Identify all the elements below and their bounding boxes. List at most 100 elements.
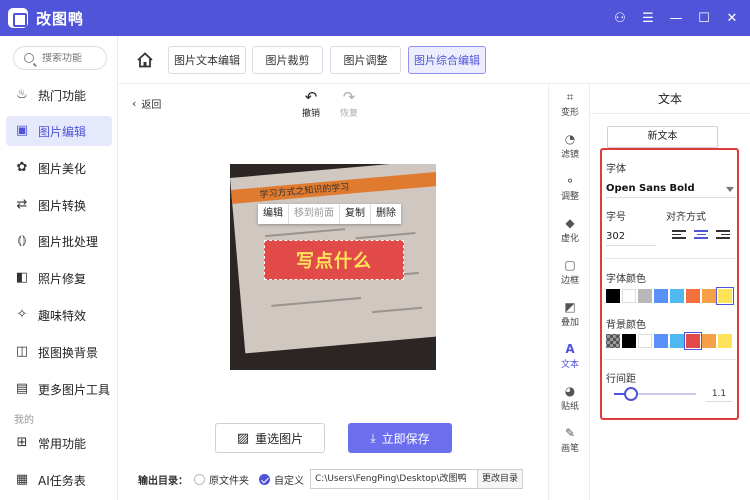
text-box[interactable]: 写点什么 <box>264 240 404 280</box>
redo-button[interactable]: ↷ 恢复 <box>340 88 358 119</box>
reselect-image-button[interactable]: ▨ 重选图片 <box>215 423 325 453</box>
tab-adjust[interactable]: 图片调整 <box>330 46 401 74</box>
bg-color-swatch[interactable] <box>654 334 668 348</box>
pin-icon[interactable]: ⚇ <box>606 4 634 32</box>
close-button[interactable]: ✕ <box>718 4 746 32</box>
sidebar-item-label: 图片批处理 <box>38 234 99 249</box>
window-controls: ⚇ ☰ — ☐ ✕ <box>606 0 746 36</box>
sidebar-item-repair[interactable]: ◧ 照片修复 <box>6 263 112 293</box>
bg-color-swatch[interactable] <box>684 332 702 350</box>
new-text-button[interactable]: 新文本 <box>607 126 718 148</box>
font-color-swatch[interactable] <box>654 289 668 303</box>
repair-icon: ◧ <box>15 270 29 285</box>
font-color-swatch[interactable] <box>686 289 700 303</box>
tool-label: 变形 <box>560 108 579 118</box>
search-input[interactable] <box>42 52 104 64</box>
image-icon: ▨ <box>236 430 250 446</box>
divider <box>604 359 736 360</box>
tab-crop[interactable]: 图片裁剪 <box>252 46 323 74</box>
brush-icon: ✎ <box>564 426 576 440</box>
slider-handle[interactable] <box>624 387 638 401</box>
bg-color-swatch[interactable] <box>622 334 636 348</box>
font-color-swatch[interactable] <box>606 289 620 303</box>
align-left-icon[interactable] <box>672 230 686 242</box>
align-right-icon[interactable] <box>716 230 730 242</box>
sidebar-item-common[interactable]: ⊞ 常用功能 <box>6 428 112 458</box>
tool-adjust[interactable]: ⚬ 调整 <box>549 168 591 208</box>
bg-color-swatch[interactable] <box>702 334 716 348</box>
menu-item-edit[interactable]: 编辑 <box>258 204 289 224</box>
batch-icon: ⦅⦆ <box>17 233 27 248</box>
context-menu: 编辑 移到前面 复制 删除 <box>258 204 401 224</box>
tool-text[interactable]: A 文本 <box>549 336 591 376</box>
font-select[interactable]: Open Sans Bold <box>606 180 736 198</box>
tool-label: 边框 <box>560 276 579 286</box>
maximize-button[interactable]: ☐ <box>690 4 718 32</box>
filter-icon: ◔ <box>564 132 576 146</box>
tab-text-edit[interactable]: 图片文本编辑 <box>168 46 246 74</box>
download-icon: ⤓ <box>370 430 376 445</box>
change-directory-button[interactable]: 更改目录 <box>478 469 524 489</box>
font-size-input[interactable]: 302 <box>606 228 656 246</box>
output-path-field[interactable]: C:\Users\FengPing\Desktop\改图鸭 <box>310 469 478 489</box>
option-original-label: 原文件夹 <box>209 475 249 487</box>
back-button[interactable]: ‹ 返回 <box>132 96 161 111</box>
undo-label: 撤销 <box>302 109 321 119</box>
font-color-swatch[interactable] <box>622 289 636 303</box>
menu-item-delete[interactable]: 删除 <box>371 204 401 224</box>
sidebar-item-label: 图片美化 <box>38 161 87 176</box>
sidebar-item-label: 照片修复 <box>38 271 87 286</box>
align-center-icon[interactable] <box>694 230 708 242</box>
sidebar-item-ai-tasks[interactable]: ▦ AI任务表 <box>6 465 112 495</box>
sidebar-item-effects[interactable]: ✧ 趣味特效 <box>6 300 112 330</box>
bg-color-swatch[interactable] <box>638 334 652 348</box>
font-color-swatch[interactable] <box>638 289 652 303</box>
tool-overlay[interactable]: ◩ 叠加 <box>549 294 591 334</box>
tool-label: 画笔 <box>560 444 579 454</box>
menu-item-copy[interactable]: 复制 <box>340 204 371 224</box>
radio-original[interactable] <box>194 473 205 485</box>
search-box[interactable] <box>13 46 107 70</box>
radio-custom[interactable] <box>259 473 270 485</box>
undo-button[interactable]: ↶ 撤销 <box>302 88 320 119</box>
section-label-mine: 我的 <box>14 415 34 426</box>
grid-icon: ⊞ <box>16 435 28 450</box>
tool-blur[interactable]: ◆ 虚化 <box>549 210 591 250</box>
bg-color-swatch[interactable] <box>606 334 620 348</box>
sidebar-item-more-tools[interactable]: ▤ 更多图片工具 <box>6 374 112 404</box>
sidebar-item-convert[interactable]: ⇄ 图片转换 <box>6 190 112 220</box>
bg-color-swatch[interactable] <box>670 334 684 348</box>
back-label: 返回 <box>141 100 162 111</box>
reselect-label: 重选图片 <box>255 431 304 446</box>
tool-label: 滤镜 <box>560 150 579 160</box>
font-color-swatch[interactable] <box>716 287 734 305</box>
tab-composite-edit[interactable]: 图片综合编辑 <box>408 46 486 74</box>
tool-transform[interactable]: ⌗ 变形 <box>549 84 591 124</box>
ai-task-icon: ▦ <box>15 472 29 487</box>
tool-label: 叠加 <box>560 318 579 328</box>
line-spacing-value[interactable]: 1.1 <box>706 386 732 402</box>
convert-icon: ⇄ <box>16 197 28 212</box>
font-color-swatch[interactable] <box>670 289 684 303</box>
tool-border[interactable]: ▢ 边框 <box>549 252 591 292</box>
sidebar-item-cutout[interactable]: ◫ 抠图换背景 <box>6 337 112 367</box>
border-icon: ▢ <box>564 258 576 272</box>
sidebar-item-label: 图片编辑 <box>38 124 87 139</box>
sidebar-item-hot[interactable]: ♨ 热门功能 <box>6 80 112 110</box>
save-button[interactable]: ⤓ 立即保存 <box>348 423 452 453</box>
image-beautify-icon: ✿ <box>16 160 28 175</box>
output-row: 输出目录： 原文件夹 自定义 C:\Users\FengPing\Desktop… <box>138 468 524 490</box>
sidebar-item-beautify[interactable]: ✿ 图片美化 <box>6 153 112 183</box>
home-icon[interactable] <box>136 51 154 69</box>
menu-item-bring-front[interactable]: 移到前面 <box>289 204 340 224</box>
sidebar-item-batch[interactable]: ⦅⦆ 图片批处理 <box>6 226 112 256</box>
font-color-swatch[interactable] <box>702 289 716 303</box>
minimize-button[interactable]: — <box>662 4 690 32</box>
tool-sticker[interactable]: ◕ 贴纸 <box>549 378 591 418</box>
size-label: 字号 <box>606 212 626 223</box>
bg-color-swatch[interactable] <box>718 334 732 348</box>
sidebar-item-image-edit[interactable]: ▣ 图片编辑 <box>6 116 112 146</box>
tool-filter[interactable]: ◔ 滤镜 <box>549 126 591 166</box>
tool-brush[interactable]: ✎ 画笔 <box>549 420 591 460</box>
menu-icon[interactable]: ☰ <box>634 4 662 32</box>
